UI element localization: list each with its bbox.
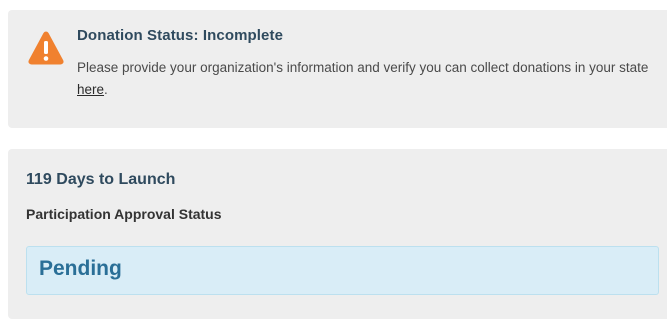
- donation-status-alert: Donation Status: Incomplete Please provi…: [8, 10, 667, 128]
- alert-title: Donation Status: Incomplete: [77, 27, 284, 44]
- provide-info-link[interactable]: here: [77, 82, 104, 97]
- alert-message: Please provide your organization's infor…: [77, 57, 665, 101]
- approval-status-label: Participation Approval Status: [26, 206, 222, 222]
- warning-icon: [28, 31, 64, 65]
- alert-message-end: .: [104, 82, 108, 97]
- launch-status-card: 119 Days to Launch Participation Approva…: [8, 149, 667, 319]
- launch-countdown: 119 Days to Launch: [26, 171, 176, 188]
- approval-status-badge: Pending: [26, 246, 659, 295]
- approval-status-value: Pending: [39, 257, 122, 280]
- alert-message-text: Please provide your organization's infor…: [77, 60, 649, 75]
